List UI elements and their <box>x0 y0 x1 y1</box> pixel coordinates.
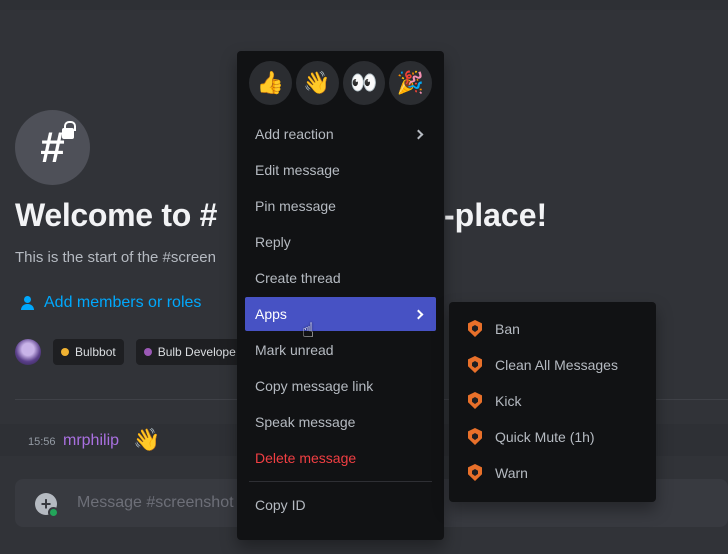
role-label: Bulbbot <box>75 345 116 359</box>
reaction-eyes-button[interactable]: 👀 <box>342 61 386 105</box>
reaction-wave-button[interactable]: 👋 <box>295 61 339 105</box>
app-item-label: Clean All Messages <box>495 357 618 373</box>
app-item-label: Quick Mute (1h) <box>495 429 595 445</box>
lock-icon <box>62 121 76 139</box>
menu-item-label: Create thread <box>255 270 341 286</box>
app-item-label: Kick <box>495 393 522 409</box>
app-item-kick[interactable]: Kick <box>457 384 648 418</box>
menu-item-label: Mark unread <box>255 342 334 358</box>
menu-separator <box>249 481 432 482</box>
message-timestamp: 15:56 <box>28 436 56 448</box>
avatar[interactable] <box>15 339 41 365</box>
message-author[interactable]: mrphilip <box>63 432 119 450</box>
wave-emoji: 👋 <box>133 427 161 452</box>
menu-item-copy-id[interactable]: Copy ID <box>245 488 436 522</box>
app-item-clean-all-messages[interactable]: Clean All Messages <box>457 348 648 382</box>
menu-item-label: Reply <box>255 234 291 250</box>
bot-shield-icon <box>467 356 483 374</box>
menu-item-pin-message[interactable]: Pin message <box>245 189 436 223</box>
add-members-button[interactable]: Add members or roles <box>20 294 201 312</box>
menu-item-label: Copy ID <box>255 497 306 513</box>
role-color-dot <box>143 348 152 356</box>
status-badge <box>48 507 59 518</box>
channel-hash-icon: # <box>15 110 90 185</box>
menu-item-label: Delete message <box>255 450 357 466</box>
bot-shield-icon <box>467 392 483 410</box>
apps-submenu: Ban Clean All Messages Kick Quick Mute (… <box>449 302 656 502</box>
welcome-title-tail: -place! <box>444 197 548 233</box>
menu-item-copy-message-link[interactable]: Copy message link <box>245 369 436 403</box>
role-color-dot <box>61 348 69 356</box>
app-item-quick-mute[interactable]: Quick Mute (1h) <box>457 420 648 454</box>
role-chip-bulbbot[interactable]: Bulbbot <box>53 339 124 365</box>
menu-item-mark-unread[interactable]: Mark unread <box>245 333 436 367</box>
app-item-warn[interactable]: Warn <box>457 456 648 490</box>
menu-item-speak-message[interactable]: Speak message <box>245 405 436 439</box>
message-context-menu: 👍 👋 👀 🎉 Add reaction Edit message Pin me… <box>237 51 444 540</box>
role-label: Bulb Develope <box>157 345 236 359</box>
menu-item-label: Add reaction <box>255 126 334 142</box>
hand-cursor-icon: ☝ <box>302 320 315 342</box>
person-add-icon <box>20 296 36 310</box>
chevron-right-icon <box>413 309 424 319</box>
add-members-label: Add members or roles <box>44 294 202 311</box>
menu-item-label: Speak message <box>255 414 356 430</box>
bot-shield-icon <box>467 464 483 482</box>
menu-item-label: Edit message <box>255 162 340 178</box>
reaction-tada-button[interactable]: 🎉 <box>389 61 432 105</box>
menu-item-label: Apps <box>255 306 287 322</box>
bot-row: Bulbbot Bulb Develope <box>15 339 244 365</box>
top-bar <box>0 0 728 10</box>
quick-reactions: 👍 👋 👀 🎉 <box>245 59 436 115</box>
menu-item-delete-message[interactable]: Delete message <box>245 441 436 475</box>
menu-item-edit-message[interactable]: Edit message <box>245 153 436 187</box>
welcome-subtitle: This is the start of the #screen <box>15 249 216 266</box>
reaction-thumbs-up-button[interactable]: 👍 <box>249 61 292 105</box>
welcome-title: Welcome to # <box>15 197 218 233</box>
chevron-right-icon <box>413 129 424 139</box>
menu-item-label: Copy message link <box>255 378 374 394</box>
bot-shield-icon <box>467 320 483 338</box>
app-item-ban[interactable]: Ban <box>457 312 648 346</box>
app-item-label: Ban <box>495 321 520 337</box>
app-item-label: Warn <box>495 465 528 481</box>
menu-item-label: Pin message <box>255 198 336 214</box>
menu-item-reply[interactable]: Reply <box>245 225 436 259</box>
menu-item-apps[interactable]: Apps <box>245 297 436 331</box>
role-chip-bulb-developer[interactable]: Bulb Develope <box>135 339 244 365</box>
bot-shield-icon <box>467 428 483 446</box>
menu-item-add-reaction[interactable]: Add reaction <box>245 117 436 151</box>
menu-item-create-thread[interactable]: Create thread <box>245 261 436 295</box>
